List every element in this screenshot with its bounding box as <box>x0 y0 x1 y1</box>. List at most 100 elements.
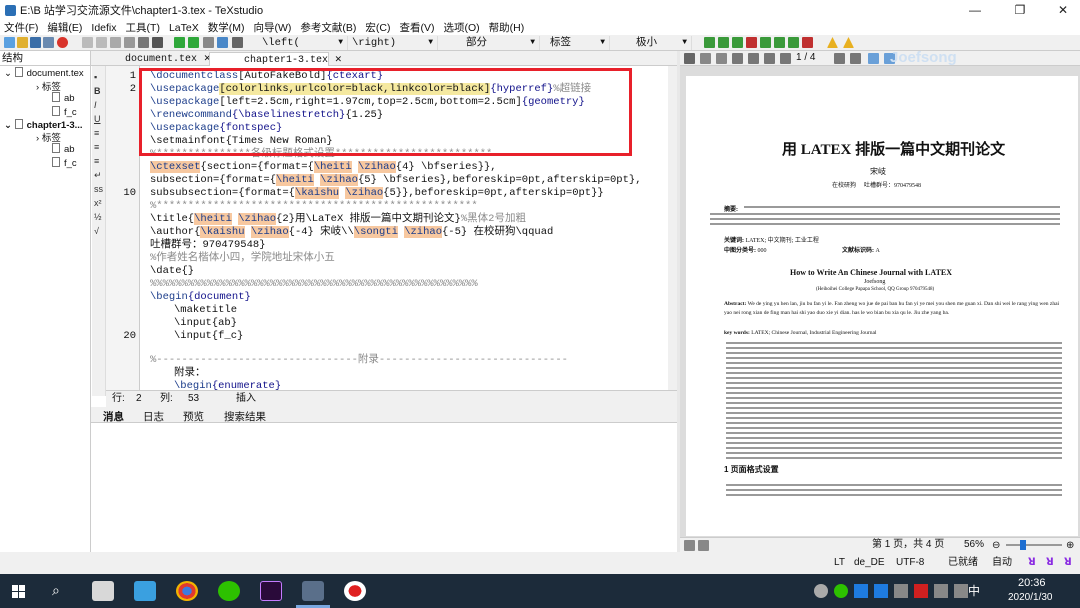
minimize-button[interactable]: — <box>958 0 992 20</box>
tab-messages[interactable]: 消息 <box>103 409 124 424</box>
table-remove-icon[interactable] <box>802 37 813 48</box>
clock-date[interactable]: 2020/1/30 <box>1008 592 1053 603</box>
log-badbox-icon[interactable]: ꓤ <box>1064 552 1072 574</box>
undo-icon[interactable] <box>82 37 93 48</box>
right-align-icon[interactable]: ≡ <box>94 156 99 166</box>
collapse-icon[interactable]: ⌄ <box>4 68 15 79</box>
next-page-icon[interactable] <box>834 53 845 64</box>
menu-math[interactable]: 数学(M) <box>208 20 245 35</box>
menu-idefix[interactable]: Idefix <box>91 22 116 34</box>
auto-mode[interactable]: 自动 <box>992 552 1012 574</box>
build-and-view-icon[interactable] <box>174 37 185 48</box>
redo-icon[interactable] <box>96 37 107 48</box>
menu-view[interactable]: 查看(V) <box>399 20 434 35</box>
zoom-slider[interactable] <box>1006 544 1062 546</box>
tree-ab-1[interactable]: ab <box>52 92 75 104</box>
tree-ab-2[interactable]: ab <box>52 143 75 155</box>
tab-search-results[interactable]: 搜索结果 <box>224 409 266 424</box>
newline-icon[interactable]: ↵ <box>94 170 102 181</box>
stop-icon[interactable] <box>203 37 214 48</box>
tray-icon[interactable] <box>874 584 888 598</box>
fit-width-icon[interactable] <box>732 53 743 64</box>
warning-icon[interactable] <box>827 37 838 48</box>
copy-icon[interactable] <box>124 37 135 48</box>
view-pdf-icon[interactable] <box>217 37 228 48</box>
sqrt-icon[interactable]: √ <box>94 226 99 236</box>
italic-icon[interactable]: I <box>94 100 97 110</box>
close-doc-icon[interactable] <box>57 37 68 48</box>
tree-labels-1[interactable]: › 标签 <box>36 79 61 93</box>
font-size-combo[interactable]: 极小 ▼ <box>632 36 692 50</box>
last-page-icon[interactable] <box>850 53 861 64</box>
table-row-icon[interactable] <box>718 37 729 48</box>
close-button[interactable]: ✕ <box>1046 0 1080 20</box>
underline-icon[interactable]: U <box>94 114 101 124</box>
maximize-button[interactable]: ❐ <box>1003 0 1037 20</box>
log-icon[interactable] <box>232 37 243 48</box>
fraction-icon[interactable]: ½ <box>94 212 102 222</box>
pdf-menu-icon[interactable] <box>684 53 695 64</box>
print-icon[interactable] <box>684 540 695 551</box>
zoom-level[interactable]: 56% <box>964 538 984 552</box>
premiere-icon[interactable] <box>260 581 282 601</box>
mail-icon[interactable] <box>134 581 156 601</box>
search-icon[interactable]: ⌕ <box>52 582 60 599</box>
editor-scrollbar[interactable] <box>668 66 677 390</box>
tray-icon[interactable] <box>914 584 928 598</box>
windows-start-icon[interactable] <box>12 585 25 598</box>
page-nav-input[interactable]: 1 / 4 <box>796 52 815 63</box>
zoom-out-icon[interactable] <box>716 53 727 64</box>
wechat-tray-icon[interactable] <box>834 584 848 598</box>
chrome-icon[interactable] <box>176 581 198 601</box>
center-icon[interactable]: ≡ <box>94 142 99 152</box>
tree-labels-2[interactable]: › 标签 <box>36 130 61 144</box>
paste-icon[interactable] <box>138 37 149 48</box>
right-delimiter-combo[interactable]: \right) ▼ <box>348 36 438 50</box>
insert-mode[interactable]: 插入 <box>236 391 256 407</box>
menu-latex[interactable]: LaTeX <box>169 22 199 34</box>
zoom-in-icon[interactable]: ⊕ <box>1066 539 1074 553</box>
compile-icon[interactable] <box>188 37 199 48</box>
languagetool-label[interactable]: LT <box>834 552 845 574</box>
tray-icon[interactable] <box>854 584 868 598</box>
new-file-icon[interactable] <box>4 37 15 48</box>
table-icon[interactable] <box>704 37 715 48</box>
table-align-icon[interactable] <box>760 37 771 48</box>
export-icon[interactable] <box>698 540 709 551</box>
cut-icon[interactable] <box>110 37 121 48</box>
menu-wizards[interactable]: 向导(W) <box>253 20 291 35</box>
clear-icon[interactable] <box>152 37 163 48</box>
clock-time[interactable]: 20:36 <box>1018 577 1046 589</box>
subscript-icon[interactable]: ss <box>94 184 103 194</box>
tab-document[interactable]: document.tex ✕ <box>91 52 211 66</box>
table-col-icon[interactable] <box>732 37 743 48</box>
save-icon[interactable] <box>30 37 41 48</box>
tab-log[interactable]: 日志 <box>143 409 164 424</box>
left-delimiter-combo[interactable]: \left(▼ <box>258 36 348 50</box>
menu-file[interactable]: 文件(F) <box>4 20 38 35</box>
left-align-icon[interactable]: ≡ <box>94 128 99 138</box>
label-combo[interactable]: 标签 ▼ <box>546 36 610 50</box>
tree-fc-1[interactable]: f_c <box>52 106 77 118</box>
tab-chapter[interactable]: chapter1-3.tex ✕ <box>209 52 342 66</box>
tab-preview[interactable]: 预览 <box>183 409 204 424</box>
close-icon[interactable]: ✕ <box>335 54 342 66</box>
menu-options[interactable]: 选项(O) <box>443 20 479 35</box>
zoom-out-icon[interactable]: ⊖ <box>992 539 1000 553</box>
fit-page-icon[interactable] <box>748 53 759 64</box>
log-error-icon[interactable]: ꓤ <box>1028 552 1036 574</box>
ime-indicator[interactable]: 中 <box>968 582 980 599</box>
zoom-slider-handle[interactable] <box>1020 540 1026 550</box>
zoom-in-icon[interactable] <box>700 53 711 64</box>
first-page-icon[interactable] <box>764 53 775 64</box>
menu-bibliography[interactable]: 参考文献(B) <box>300 20 356 35</box>
tray-icon[interactable] <box>954 584 968 598</box>
record-icon[interactable] <box>344 581 366 601</box>
texstudio-taskbar-icon[interactable] <box>302 581 324 601</box>
bold-icon[interactable]: B <box>94 86 101 96</box>
tray-icon[interactable] <box>934 584 948 598</box>
calculator-icon[interactable] <box>92 581 114 601</box>
prev-page-icon[interactable] <box>780 53 791 64</box>
spell-language[interactable]: de_DE <box>854 552 885 574</box>
sync-icon[interactable] <box>868 53 879 64</box>
